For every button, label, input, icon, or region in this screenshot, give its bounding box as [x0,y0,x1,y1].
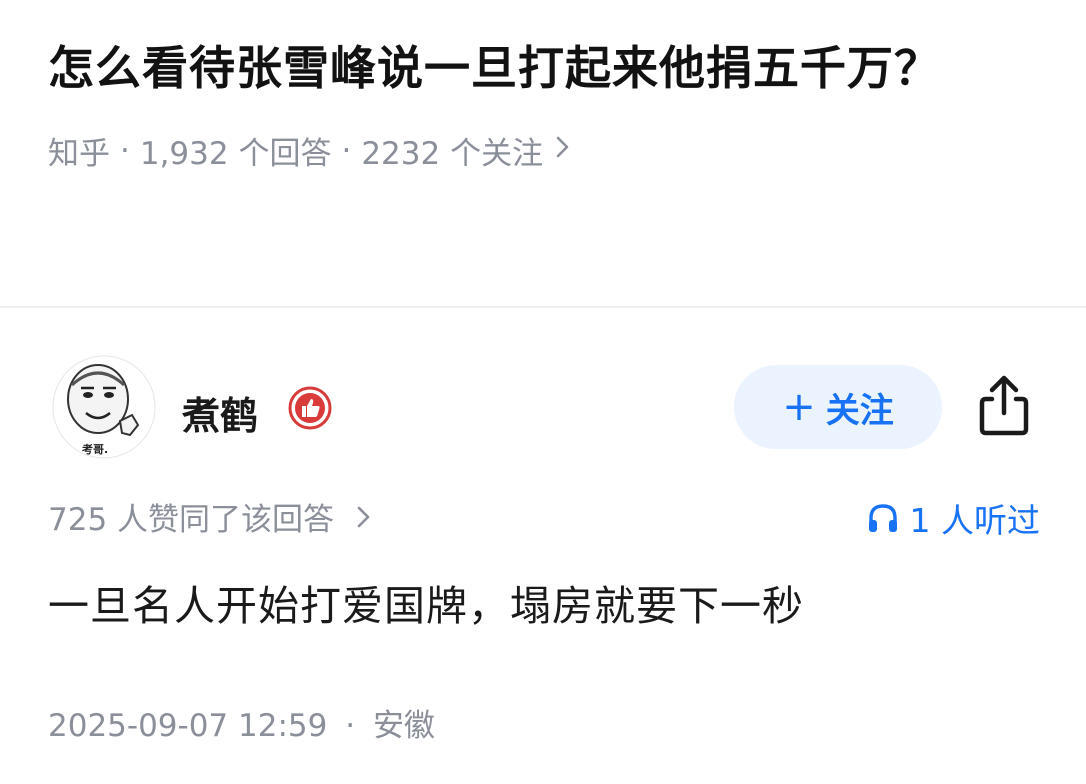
question-title[interactable]: 怎么看待张雪峰说一旦打起来他捐五千万？ [48,36,1008,100]
chevron-right-icon [555,133,571,168]
upvote-text: 725 人赞同了该回答 [48,502,335,538]
plus-icon: + [782,384,816,430]
meta-separator: · [341,132,352,169]
thumbs-up-badge-icon [288,386,332,430]
author-row: 考哥. 煮鹤 + 关注 [48,355,1038,463]
headphones-icon [868,504,897,532]
answer-content[interactable]: 一旦名人开始打爱国牌，塌房就要下一秒 [48,572,804,632]
chevron-right-icon [356,502,372,538]
avatar-caption: 考哥. [82,442,108,456]
avatar[interactable]: 考哥. [52,355,156,459]
share-button[interactable] [974,373,1034,437]
answer-location: 安徽 [372,708,435,744]
answer-timestamp: 2025-09-07 12:59 [48,708,328,744]
question-header: 怎么看待张雪峰说一旦打起来他捐五千万？ 知乎 · 1,932 个回答 · 223… [48,36,1008,173]
listen-count: 1 人听过 [909,501,1041,540]
share-icon [979,375,1029,436]
section-divider [0,306,1086,308]
follow-button[interactable]: + 关注 [734,365,942,449]
question-meta[interactable]: 知乎 · 1,932 个回答 · 2232 个关注 [48,128,1008,173]
upvote-summary[interactable]: 725 人赞同了该回答 [48,494,372,539]
meta-separator: · [120,132,130,169]
listen-button[interactable]: 1 人听过 [866,494,1041,542]
followers-count: 2232 个关注 [361,136,544,172]
source-label: 知乎 [48,136,110,172]
answers-count: 1,932 个回答 [139,136,332,172]
answer-meta: 2025-09-07 12:59 · 安徽 [48,700,435,745]
vote-row: 725 人赞同了该回答 1 人听过 [48,494,1040,540]
follow-label: 关注 [825,390,894,431]
author-name[interactable]: 煮鹤 [182,385,258,440]
meta-separator: · [345,708,356,744]
